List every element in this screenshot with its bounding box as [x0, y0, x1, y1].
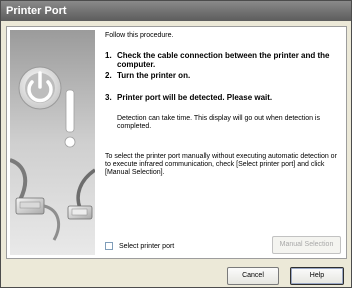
- select-port-checkbox[interactable]: [105, 242, 113, 250]
- step-text: Turn the printer on.: [117, 71, 191, 80]
- help-button[interactable]: Help: [290, 267, 344, 285]
- manual-selection-hint: To select the printer port manually with…: [105, 153, 337, 176]
- exclamation-icon: [64, 89, 76, 148]
- step-number: 3.: [105, 93, 112, 102]
- step-text: Printer port will be detected. Please wa…: [117, 93, 273, 102]
- select-port-label[interactable]: Select printer port: [119, 242, 174, 251]
- step-3: 3. Printer port will be detected. Please…: [105, 93, 343, 103]
- window-title: Printer Port: [1, 1, 351, 21]
- detection-note: Detection can take time. This display wi…: [117, 115, 320, 130]
- step-text: Check the cable connection between the p…: [117, 51, 330, 69]
- illustration: [10, 30, 95, 255]
- illustration-background: [10, 30, 95, 255]
- intro-text: Follow this procedure.: [105, 32, 174, 39]
- step-number: 1.: [105, 51, 112, 60]
- step-number: 2.: [105, 71, 112, 80]
- content-panel: Follow this procedure. 1. Check the cabl…: [6, 26, 347, 259]
- manual-selection-button[interactable]: Manual Selection: [272, 236, 341, 254]
- step-1: 1. Check the cable connection between th…: [105, 51, 343, 71]
- cancel-button[interactable]: Cancel: [227, 267, 279, 285]
- printer-port-dialog: Printer Port Follow this procedure. 1. C…: [0, 0, 352, 288]
- power-icon: [18, 66, 62, 110]
- step-2: 2. Turn the printer on.: [105, 71, 343, 81]
